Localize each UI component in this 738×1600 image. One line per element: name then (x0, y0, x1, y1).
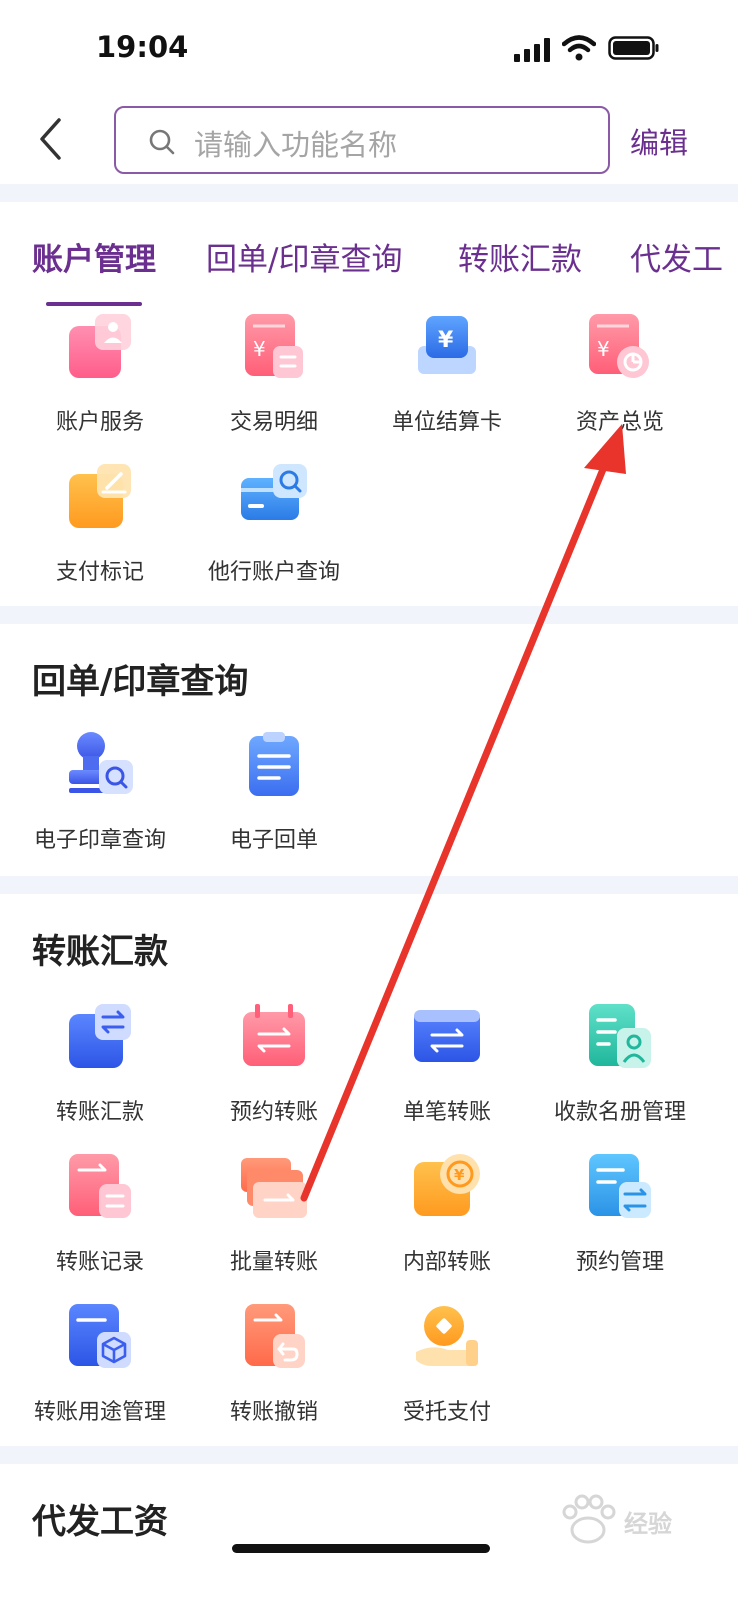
svg-text:¥: ¥ (438, 328, 454, 353)
status-bar: 19:04 (0, 0, 738, 100)
scheduled-transfer-icon (243, 1004, 305, 1066)
search-placeholder: 请输入功能名称 (194, 128, 398, 162)
grid-item-label: 单位结算卡 (391, 410, 502, 435)
status-time: 19:04 (96, 30, 189, 64)
edit-button[interactable]: 编辑 (630, 120, 688, 162)
grid-item-transaction-detail[interactable]: ¥ 交易明细 (187, 312, 361, 462)
grid-item-payee-list[interactable]: 收款名册管理 (533, 1002, 707, 1152)
grid-item-label: 转账记录 (55, 1250, 144, 1275)
batch-transfer-icon (241, 1158, 307, 1218)
internal-transfer-icon: ¥ (414, 1154, 480, 1216)
e-receipt-icon (249, 732, 299, 796)
grid-item-label: 电子回单 (229, 828, 318, 853)
grid-item-label: 受托支付 (402, 1400, 491, 1425)
tab-transfer-remittance[interactable]: 转账汇款 (458, 234, 582, 279)
search-input[interactable]: 请输入功能名称 (114, 106, 610, 174)
grid-item-label: 支付标记 (55, 560, 144, 585)
watermark: 经验 (556, 1490, 732, 1550)
grid-item-settlement-card[interactable]: ¥ 单位结算卡 (360, 312, 534, 462)
transfer-purpose-icon (69, 1304, 131, 1368)
grid-item-label: 预约转账 (229, 1100, 318, 1125)
transfer-remit-icon (69, 1004, 131, 1068)
grid-item-other-bank-query[interactable]: 他行账户查询 (187, 462, 361, 612)
payee-list-icon (589, 1004, 651, 1068)
grid-item-transfer-purpose[interactable]: 转账用途管理 (13, 1302, 187, 1452)
back-arrow-icon[interactable] (30, 114, 76, 164)
grid-item-label: 预约管理 (575, 1250, 664, 1275)
section-title-payroll: 代发工资 (32, 1502, 168, 1542)
grid-item-label: 批量转账 (229, 1250, 318, 1275)
grid-item-account-service[interactable]: 账户服务 (13, 312, 187, 462)
grid-item-internal-transfer[interactable]: ¥ 内部转账 (360, 1152, 534, 1302)
grid-item-label: 交易明细 (229, 410, 318, 435)
wifi-icon (562, 35, 596, 61)
grid-item-label: 资产总览 (575, 410, 664, 435)
grid-item-label: 内部转账 (402, 1250, 491, 1275)
grid-item-label: 转账汇款 (55, 1100, 144, 1125)
grid-item-label: 账户服务 (55, 410, 144, 435)
grid-item-label: 收款名册管理 (553, 1100, 686, 1125)
account-service-icon (69, 314, 131, 378)
paw-logo-icon (562, 1494, 616, 1544)
single-transfer-icon (414, 1010, 480, 1062)
grid-item-e-receipt[interactable]: 电子回单 (187, 730, 361, 880)
grid-item-payment-mark[interactable]: 支付标记 (13, 462, 187, 612)
grid-item-asset-overview[interactable]: ¥ 资产总览 (533, 312, 707, 462)
grid-item-single-transfer[interactable]: 单笔转账 (360, 1002, 534, 1152)
svg-text:¥: ¥ (454, 1166, 465, 1184)
grid-item-e-seal-query[interactable]: 电子印章查询 (13, 730, 187, 880)
home-indicator (232, 1544, 490, 1553)
battery-icon (608, 36, 659, 60)
section-title-transfer: 转账汇款 (32, 932, 168, 972)
grid-item-label: 转账撤销 (229, 1400, 318, 1425)
tab-account-management[interactable]: 账户管理 (32, 234, 156, 279)
category-tabs: 账户管理 回单/印章查询 转账汇款 代发工 (0, 202, 738, 306)
tab-receipt-seal-query[interactable]: 回单/印章查询 (206, 234, 402, 279)
tab-payroll[interactable]: 代发工 (630, 234, 723, 279)
grid-item-transfer-record[interactable]: 转账记录 (13, 1152, 187, 1302)
transfer-record-icon (69, 1154, 131, 1218)
svg-text:¥: ¥ (597, 337, 610, 361)
search-icon (149, 129, 175, 155)
section-title-receipt: 回单/印章查询 (32, 662, 249, 702)
other-bank-query-icon (241, 464, 307, 520)
grid-item-label: 转账用途管理 (33, 1400, 166, 1425)
grid-item-scheduled-transfer[interactable]: 预约转账 (187, 1002, 361, 1152)
grid-item-label: 他行账户查询 (207, 560, 340, 585)
payment-mark-icon (69, 464, 131, 528)
transaction-detail-icon: ¥ (245, 314, 303, 378)
watermark-text: 经验 (624, 1510, 672, 1538)
transfer-revoke-icon (245, 1304, 305, 1368)
top-bar: 请输入功能名称 编辑 (0, 100, 738, 184)
grid-item-label: 单笔转账 (402, 1100, 491, 1125)
grid-item-transfer-remit[interactable]: 转账汇款 (13, 1002, 187, 1152)
receipt-seal-card: 回单/印章查询 电子印章查询 电子回单 (0, 624, 738, 876)
cellular-signal-icon (514, 38, 552, 62)
account-management-card: 账户管理 回单/印章查询 转账汇款 代发工 账户服务 ¥ 交易明细 ¥ 单位结算… (0, 202, 738, 606)
entrusted-payment-icon (416, 1306, 478, 1366)
grid-item-transfer-revoke[interactable]: 转账撤销 (187, 1302, 361, 1452)
grid-item-entrusted-payment[interactable]: 受托支付 (360, 1302, 534, 1452)
transfer-remittance-card: 转账汇款 转账汇款 预约转账 单笔转账 收款名册管理 转账记录 批量转账 ¥ 内… (0, 894, 738, 1446)
active-tab-indicator (46, 302, 142, 306)
asset-overview-icon: ¥ (589, 314, 649, 378)
settlement-card-icon: ¥ (418, 316, 476, 374)
schedule-manage-icon (589, 1154, 651, 1218)
e-seal-query-icon (69, 732, 133, 794)
svg-text:¥: ¥ (253, 337, 266, 361)
grid-item-label: 电子印章查询 (33, 828, 166, 853)
grid-item-batch-transfer[interactable]: 批量转账 (187, 1152, 361, 1302)
grid-item-schedule-manage[interactable]: 预约管理 (533, 1152, 707, 1302)
